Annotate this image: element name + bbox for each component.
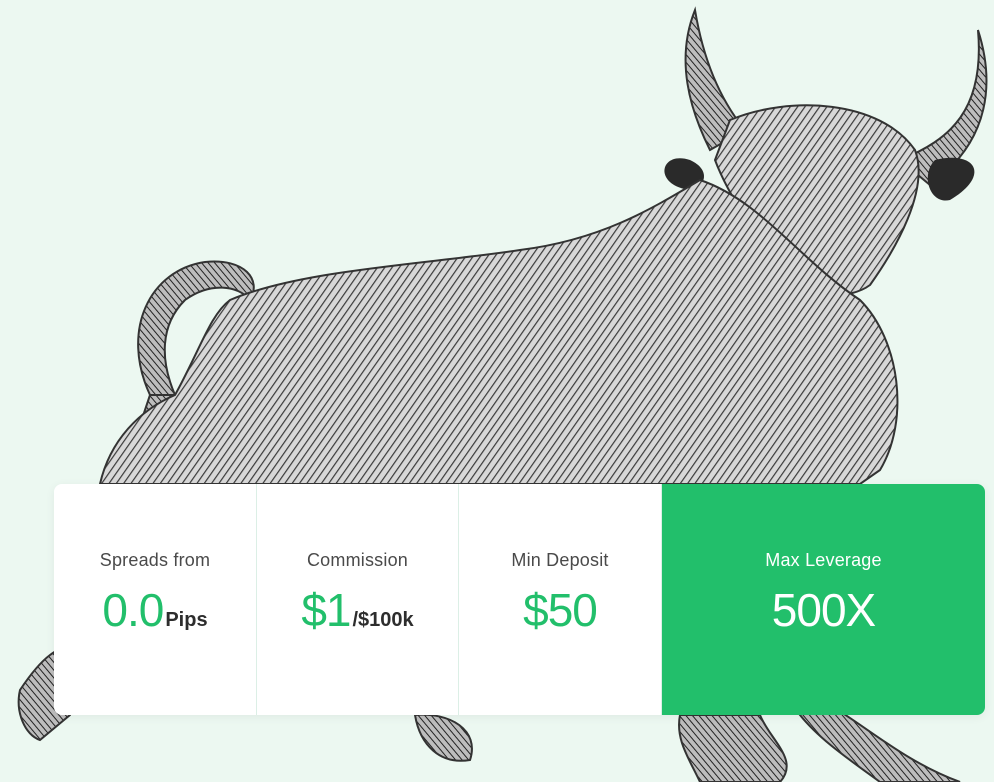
stat-suffix: /$100k: [352, 609, 414, 631]
stat-value-group: $1 /$100k: [301, 587, 413, 633]
stat-label: Spreads from: [99, 550, 211, 570]
stat-label: Commission: [306, 550, 409, 570]
stat-suffix: Pips: [165, 609, 208, 631]
stat-value: 0.0: [102, 584, 164, 636]
stat-value: $50: [523, 584, 598, 636]
stat-spreads: Spreads from 0.0 Pips: [54, 484, 257, 715]
stat-value-group: 0.0 Pips: [102, 587, 207, 633]
stat-max-leverage: Max Leverage 500X: [662, 484, 985, 715]
stat-value-group: $50: [523, 584, 598, 636]
stat-value: $1: [301, 584, 351, 636]
stat-value-group: 500X: [771, 584, 876, 636]
stat-min-deposit: Min Deposit $50: [459, 484, 662, 715]
stat-commission: Commission $1 /$100k: [257, 484, 459, 715]
stat-label: Max Leverage: [765, 550, 882, 570]
stat-label: Min Deposit: [511, 550, 609, 570]
trading-stats-bar: Spreads from 0.0 Pips Commission $1 /$10…: [54, 484, 985, 715]
stat-value: 500X: [771, 584, 876, 636]
